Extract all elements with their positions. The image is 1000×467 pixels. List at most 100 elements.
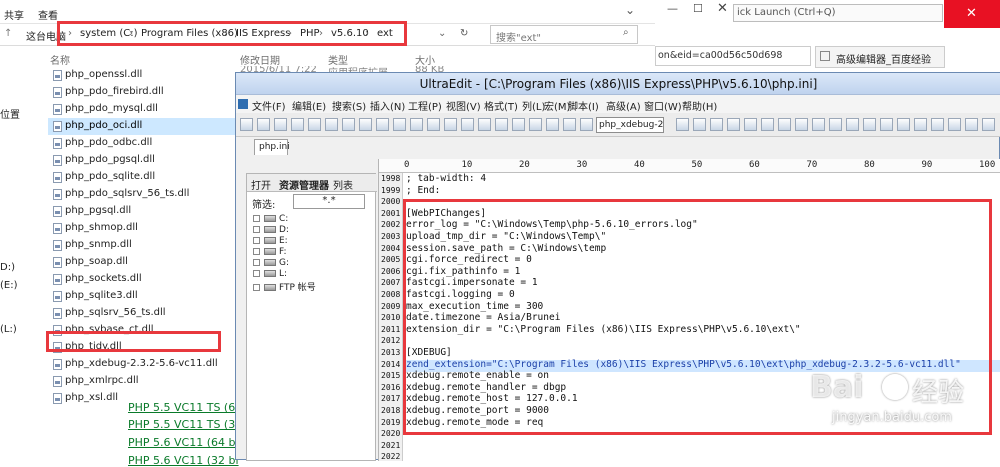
toolbar-button-icon[interactable] bbox=[693, 118, 706, 131]
file-row[interactable]: php_shmop.dll bbox=[48, 220, 238, 237]
file-row[interactable]: php_sockets.dll bbox=[48, 271, 238, 288]
file-row[interactable]: php_sqlite3.dll bbox=[48, 288, 238, 305]
toolbar-button-icon[interactable] bbox=[274, 118, 287, 131]
toolbar-button-icon[interactable] bbox=[257, 118, 270, 131]
search-input[interactable]: 搜索"ext" ⌕ bbox=[490, 25, 638, 44]
file-row[interactable]: php_pdo_firebird.dll bbox=[48, 84, 238, 101]
toolbar-button-icon[interactable] bbox=[812, 118, 825, 131]
toolbar-button-icon[interactable] bbox=[778, 118, 791, 131]
toolbar-button-icon[interactable] bbox=[863, 118, 876, 131]
expand-icon[interactable] bbox=[253, 270, 260, 277]
code-line[interactable]: ; End: bbox=[406, 185, 440, 196]
file-tab[interactable]: php.ini bbox=[254, 139, 290, 155]
toolbar-button-icon[interactable] bbox=[478, 118, 491, 131]
expand-icon[interactable] bbox=[253, 248, 260, 255]
toolbar-button-icon[interactable] bbox=[795, 118, 808, 131]
toolbar-button-icon[interactable] bbox=[727, 118, 740, 131]
toolbar-button-icon[interactable] bbox=[744, 118, 757, 131]
link-item[interactable]: PHP 5.5 VC11 TS (6 bbox=[128, 401, 235, 414]
menu-item[interactable]: 文件(F) bbox=[252, 98, 286, 113]
file-row[interactable]: php_sqlsrv_56_ts.dll bbox=[48, 305, 238, 322]
column-date[interactable]: 修改日期 bbox=[240, 52, 280, 67]
refresh-icon[interactable]: ↻ bbox=[460, 28, 468, 39]
toolbar-button-icon[interactable] bbox=[240, 118, 253, 131]
menu-item[interactable]: 脚本(I) bbox=[568, 98, 599, 113]
file-row[interactable]: php_snmp.dll bbox=[48, 237, 238, 254]
tab-list[interactable]: 列表 bbox=[333, 177, 373, 192]
menu-item[interactable]: 高级(A) bbox=[606, 98, 641, 113]
filter-input[interactable]: *.* bbox=[293, 194, 365, 209]
column-size[interactable]: 大小 bbox=[415, 52, 435, 67]
menu-item[interactable]: 宏(M) bbox=[544, 98, 570, 113]
toolbar-button-icon[interactable] bbox=[761, 118, 774, 131]
toolbar-button-icon[interactable] bbox=[965, 118, 978, 131]
toolbar-button-icon[interactable] bbox=[948, 118, 961, 131]
expand-icon[interactable] bbox=[253, 215, 260, 222]
search-combo[interactable]: php_xdebug-2 bbox=[596, 117, 664, 133]
link-item[interactable]: PHP 5.6 VC11 (64 bi bbox=[128, 436, 239, 449]
drive-item[interactable]: L: bbox=[253, 269, 287, 279]
close-icon[interactable]: ✕ bbox=[717, 1, 728, 16]
drive-item[interactable]: G: bbox=[253, 258, 289, 268]
menu-item[interactable]: 窗口(W) bbox=[644, 98, 682, 113]
toolbar-button-icon[interactable] bbox=[342, 118, 355, 131]
toolbar-button-icon[interactable] bbox=[529, 118, 542, 131]
file-row[interactable]: php_pdo_sqlsrv_56_ts.dll bbox=[48, 186, 238, 203]
toolbar-button-icon[interactable] bbox=[325, 118, 338, 131]
file-row[interactable]: php_pdo_mysql.dll bbox=[48, 101, 238, 118]
drive-item[interactable]: E: bbox=[253, 236, 288, 246]
chevron-down-icon[interactable]: ⌄ bbox=[438, 28, 446, 39]
expand-icon[interactable] bbox=[253, 226, 260, 233]
file-row[interactable]: php_pdo_odbc.dll bbox=[48, 135, 238, 152]
toolbar-button-icon[interactable] bbox=[291, 118, 304, 131]
toolbar-button-icon[interactable] bbox=[710, 118, 723, 131]
drive-item[interactable]: D: bbox=[253, 225, 289, 235]
drive-item[interactable]: C: bbox=[253, 214, 288, 224]
quick-launch-box[interactable]: ick Launch (Ctrl+Q) bbox=[733, 4, 943, 22]
link-item[interactable]: PHP 5.5 VC11 TS (3 bbox=[128, 418, 235, 431]
toolbar-button-icon[interactable] bbox=[580, 118, 593, 131]
toolbar-button-icon[interactable] bbox=[393, 118, 406, 131]
menu-item[interactable]: 插入(N) bbox=[370, 98, 405, 113]
toolbar-button-icon[interactable] bbox=[461, 118, 474, 131]
toolbar-button-icon[interactable] bbox=[829, 118, 842, 131]
maximize-icon[interactable]: ☐ bbox=[693, 2, 703, 15]
file-row[interactable]: php_pdo_pgsql.dll bbox=[48, 152, 238, 169]
toolbar-button-icon[interactable] bbox=[546, 118, 559, 131]
toolbar-button-icon[interactable] bbox=[563, 118, 576, 131]
toolbar-button-icon[interactable] bbox=[410, 118, 423, 131]
file-row[interactable]: php_xdebug-2.3.2-5.6-vc11.dll bbox=[48, 356, 238, 373]
menu-item[interactable]: 格式(T) bbox=[484, 98, 518, 113]
minimize-icon[interactable]: — bbox=[667, 2, 678, 15]
toolbar-button-icon[interactable] bbox=[376, 118, 389, 131]
toolbar-button-icon[interactable] bbox=[495, 118, 508, 131]
drive-item[interactable]: F: bbox=[253, 247, 287, 257]
link-item[interactable]: PHP 5.6 VC11 (32 bi bbox=[128, 454, 239, 467]
menu-item[interactable]: 工程(P) bbox=[408, 98, 442, 113]
column-type[interactable]: 类型 bbox=[328, 52, 348, 67]
code-line[interactable]: ; tab-width: 4 bbox=[406, 173, 486, 184]
menu-item[interactable]: 搜索(S) bbox=[332, 98, 366, 113]
expand-icon[interactable] bbox=[253, 284, 260, 291]
toolbar-button-icon[interactable] bbox=[359, 118, 372, 131]
toolbar-button-icon[interactable] bbox=[308, 118, 321, 131]
file-row[interactable]: php_soap.dll bbox=[48, 254, 238, 271]
close-button[interactable]: ✕ bbox=[944, 0, 1000, 28]
file-row[interactable]: php_openssl.dll bbox=[48, 67, 238, 84]
tab-open[interactable]: 打开 bbox=[251, 177, 271, 192]
file-row[interactable]: php_xmlrpc.dll bbox=[48, 373, 238, 390]
toolbar-button-icon[interactable] bbox=[427, 118, 440, 131]
toolbar-button-icon[interactable] bbox=[914, 118, 927, 131]
url-bar[interactable]: on&eid=ca00d56c50d698 bbox=[655, 46, 811, 66]
toolbar-button-icon[interactable] bbox=[444, 118, 457, 131]
chevron-down-icon[interactable]: ⌄ bbox=[625, 3, 635, 17]
toolbar-button-icon[interactable] bbox=[897, 118, 910, 131]
expand-icon[interactable] bbox=[253, 259, 260, 266]
menu-item[interactable]: 视图(V) bbox=[446, 98, 481, 113]
menu-item[interactable]: 列(L) bbox=[522, 98, 545, 113]
file-row[interactable]: php_pdo_oci.dll bbox=[48, 118, 238, 135]
toolbar-button-icon[interactable] bbox=[931, 118, 944, 131]
toolbar-button-icon[interactable] bbox=[982, 118, 995, 131]
tab-explorer[interactable]: 资源管理器 bbox=[279, 177, 329, 192]
toolbar-button-icon[interactable] bbox=[512, 118, 525, 131]
